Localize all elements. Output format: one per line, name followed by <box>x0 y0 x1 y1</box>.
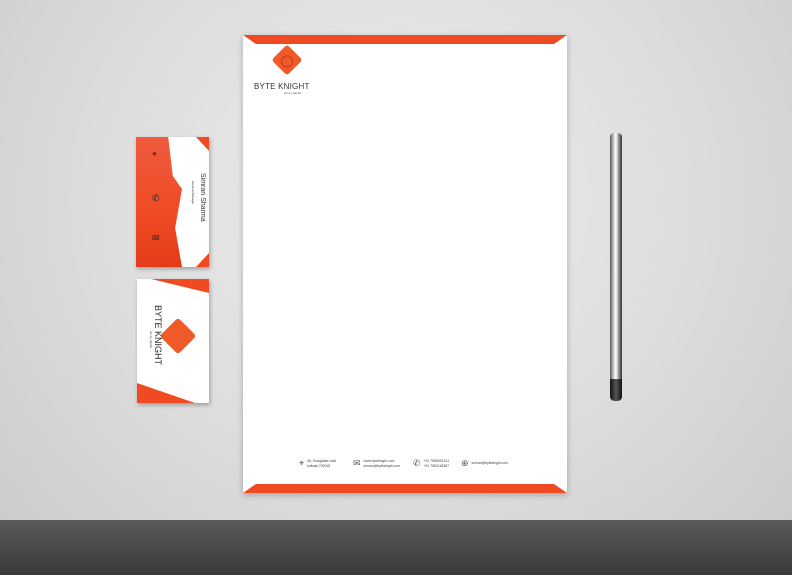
letterhead: BYTE KNIGHT we try harder ⌖ 46, Golaghat… <box>243 35 567 493</box>
footer-email: ⊕ simran@byteknight.com <box>461 458 508 468</box>
table-edge <box>0 520 792 575</box>
corner-accent <box>151 279 209 293</box>
bottom-accent-bar <box>243 484 567 493</box>
phone: +91 7852148387 <box>423 463 450 468</box>
address-line: 46, Golaghata road <box>307 459 337 463</box>
address-line: kolkata 700048 <box>307 463 331 468</box>
brand-name: BYTE KNIGHT <box>254 82 310 91</box>
location-icon: ⌖ <box>299 458 305 469</box>
card-brand: BYTE KNIGHT <box>153 305 163 366</box>
logo-icon <box>159 317 197 355</box>
footer-web: ✉ www.byteknight.com simran@byteknight.co… <box>353 459 400 468</box>
card-name: Simran Sharma <box>199 173 206 222</box>
pen <box>610 133 622 401</box>
business-card-front: BYTE KNIGHT we try harder <box>137 279 209 403</box>
footer-address: ⌖ 46, Golaghata road kolkata 700048 <box>299 459 336 468</box>
globe-icon: ⊕ <box>461 458 469 468</box>
email: simran@byteknight.com <box>363 463 400 468</box>
card-title: General Manager <box>191 181 195 205</box>
phone-icon: ✆ <box>152 193 160 203</box>
corner-accent <box>196 137 209 151</box>
corner-accent <box>196 253 209 267</box>
top-accent-bar <box>243 35 567 44</box>
card-tagline: we try harder <box>149 331 153 349</box>
footer-phone: ✆ +91 7856932141 +91 7852148387 <box>413 459 449 468</box>
corner-accent <box>137 383 195 403</box>
phone: +91 7856932141 <box>423 459 450 463</box>
business-card-back: ⌖ ✆ ✉ Simran Sharma General Manager <box>136 137 209 267</box>
mail-icon: ✉ <box>353 458 361 469</box>
mail-icon: ✉ <box>152 233 160 243</box>
location-icon: ⌖ <box>152 149 158 159</box>
phone-icon: ✆ <box>413 458 421 469</box>
tagline: we try harder <box>284 91 302 95</box>
logo-icon <box>271 44 303 76</box>
email: simran@byteknight.com <box>471 461 508 465</box>
